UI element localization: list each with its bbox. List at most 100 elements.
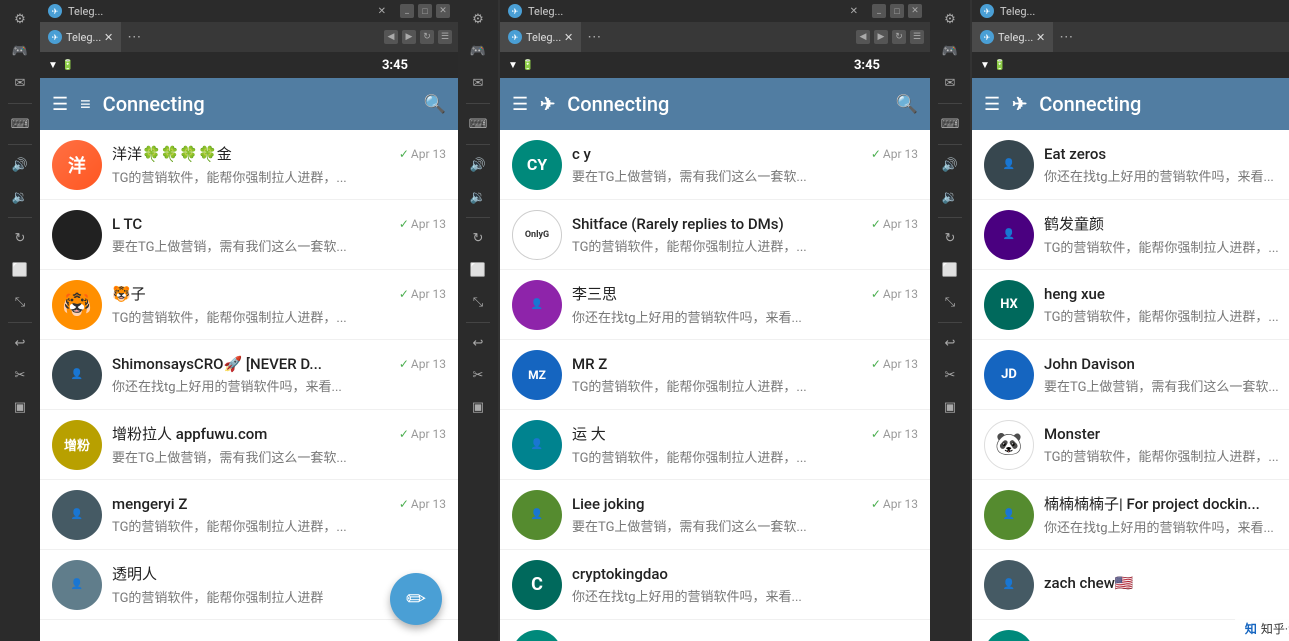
- close-btn-2[interactable]: ✕: [908, 4, 922, 18]
- maximize-btn-1[interactable]: □: [418, 4, 432, 18]
- chat-time-1-4: ✓ Apr 13: [399, 357, 446, 371]
- screenshot-btn[interactable]: ⬜: [3, 255, 37, 285]
- volume-down-btn[interactable]: 🔉: [3, 182, 37, 212]
- mid-back-btn[interactable]: ↩: [461, 328, 495, 358]
- rotate-btn[interactable]: ↻: [3, 223, 37, 253]
- close-btn-1[interactable]: ✕: [436, 4, 450, 18]
- rt-back-btn[interactable]: ↩: [933, 328, 967, 358]
- status-left-2: ▼ 🔋: [508, 60, 534, 71]
- chat-content-3-2: 鹤发童颜 ✓ Apr 13 TG的营销软件，能帮你强制拉人进群，...: [1044, 213, 1289, 256]
- mid-screen-btn[interactable]: ⬜: [461, 255, 495, 285]
- avatar-2-1: CY: [512, 140, 562, 190]
- chat-item-2-7[interactable]: C cryptokingdao 你还在找tg上好用的营销软件吗，来看...: [500, 550, 930, 620]
- back-btn[interactable]: ↩: [3, 328, 37, 358]
- rt-keyboard-btn[interactable]: ⌨: [933, 109, 967, 139]
- chat-item-3-5[interactable]: 🐼 Monster ✓ Apr 13 TG的营销软件，能帮你强制拉人进群，...: [972, 410, 1289, 480]
- watermark: 知 知乎·海外营销系统: [1235, 616, 1289, 641]
- menu-1[interactable]: ☰: [438, 30, 452, 44]
- tab-2[interactable]: ✈ Teleg... ✕: [500, 22, 581, 52]
- menu-icon-1[interactable]: ☰: [52, 94, 68, 115]
- chat-item-3-2[interactable]: 👤 鹤发童颜 ✓ Apr 13 TG的营销软件，能帮你强制拉人进群，...: [972, 200, 1289, 270]
- chat-item-3-6[interactable]: 👤 楠楠楠楠子| For project dockin... ✓ Apr 13 …: [972, 480, 1289, 550]
- maximize-btn-2[interactable]: □: [890, 4, 904, 18]
- chat-item-3-3[interactable]: HX heng xue ✓ Apr 13 TG的营销软件，能帮你强制拉人进群，.…: [972, 270, 1289, 340]
- nav-fwd-2[interactable]: ▶: [874, 30, 888, 44]
- chat-item-1-5[interactable]: 增粉 增粉拉人 appfuwu.com ✓ Apr 13 要在TG上做营销，需有…: [40, 410, 458, 480]
- rt-settings-btn[interactable]: ⚙: [933, 4, 967, 34]
- menu-icon-3[interactable]: ☰: [984, 94, 1000, 115]
- gamepad-btn[interactable]: 🎮: [3, 36, 37, 66]
- rt-vol-dn-btn[interactable]: 🔉: [933, 182, 967, 212]
- mid-grid-btn[interactable]: ▣: [461, 392, 495, 422]
- mid-sep-3: [466, 217, 490, 218]
- chat-preview-1-4: 你还在找tg上好用的营销软件吗，来看...: [112, 376, 446, 395]
- chat-item-1-2[interactable]: L TC ✓ Apr 13 要在TG上做营销，需有我们这么一套软...: [40, 200, 458, 270]
- chat-time-2-6: ✓ Apr 13: [871, 497, 918, 511]
- mid-email-btn[interactable]: ✉: [461, 68, 495, 98]
- rt-gamepad-btn[interactable]: 🎮: [933, 36, 967, 66]
- chat-item-1-4[interactable]: 👤 ShimonsaysCRO🚀 [NEVER D... ✓ Apr 13 你还…: [40, 340, 458, 410]
- chat-preview-2-7: 你还在找tg上好用的营销软件吗，来看...: [572, 586, 918, 605]
- keyboard-btn[interactable]: ⌨: [3, 109, 37, 139]
- tab-1[interactable]: ✈ Teleg... ✕: [40, 22, 121, 52]
- minimize-btn-1[interactable]: _: [400, 4, 414, 18]
- chat-preview-2-5: TG的营销软件，能帮你强制拉人进群，...: [572, 447, 918, 466]
- mid-gamepad-btn[interactable]: 🎮: [461, 36, 495, 66]
- chat-top-1-6: mengeryi Z ✓ Apr 13: [112, 495, 446, 513]
- mid-cut-btn[interactable]: ✂: [461, 360, 495, 390]
- mid-keyboard-btn[interactable]: ⌨: [461, 109, 495, 139]
- chat-item-2-1[interactable]: CY c y ✓ Apr 13 要在TG上做营销，需有我们这么一套软...: [500, 130, 930, 200]
- chat-item-2-2[interactable]: OnlyG Shitface (Rarely replies to DMs) ✓…: [500, 200, 930, 270]
- app-header-3: ☰ ✈ Connecting 🔍: [972, 78, 1289, 130]
- chat-item-2-4[interactable]: MZ MR Z ✓ Apr 13 TG的营销软件，能帮你强制拉人进群，...: [500, 340, 930, 410]
- volume-up-btn[interactable]: 🔊: [3, 150, 37, 180]
- settings-btn[interactable]: ⚙: [3, 4, 37, 34]
- cut-btn[interactable]: ✂: [3, 360, 37, 390]
- resize-btn[interactable]: ⤡: [3, 287, 37, 317]
- search-icon-2[interactable]: 🔍: [896, 94, 918, 115]
- chat-preview-3-5: TG的营销软件，能帮你强制拉人进群，...: [1044, 446, 1289, 465]
- mid-vol-dn-btn[interactable]: 🔉: [461, 182, 495, 212]
- chat-item-3-7[interactable]: 👤 zach chew🇺🇸 ✓ Apr 13: [972, 550, 1289, 620]
- chat-item-1-6[interactable]: 👤 mengeryi Z ✓ Apr 13 TG的营销软件，能帮你强制拉人进群，…: [40, 480, 458, 550]
- mid-vol-up-btn[interactable]: 🔊: [461, 150, 495, 180]
- chat-time-2-1: ✓ Apr 13: [871, 147, 918, 161]
- grid-btn[interactable]: ▣: [3, 392, 37, 422]
- compose-fab-1[interactable]: ✏: [390, 573, 442, 625]
- menu-icon-2[interactable]: ☰: [512, 94, 528, 115]
- tab-dots-1: ⋯: [121, 29, 147, 45]
- chat-item-1-3[interactable]: 🐯 🐯子 ✓ Apr 13 TG的营销软件，能帮你强制拉人进群，...: [40, 270, 458, 340]
- rt-email-btn[interactable]: ✉: [933, 68, 967, 98]
- menu-2[interactable]: ☰: [910, 30, 924, 44]
- tab-favicon-2: ✈: [508, 4, 522, 18]
- rt-resize-btn[interactable]: ⤡: [933, 287, 967, 317]
- wifi-3: ▼: [980, 60, 990, 71]
- mid-settings-btn[interactable]: ⚙: [461, 4, 495, 34]
- rt-grid-btn[interactable]: ▣: [933, 392, 967, 422]
- chat-item-3-1[interactable]: 👤 Eat zeros ✓ Apr 13 你还在找tg上好用的营销软件吗，来看.…: [972, 130, 1289, 200]
- nav-fwd-1[interactable]: ▶: [402, 30, 416, 44]
- status-bar-2: ▼ 🔋 3:45: [500, 52, 930, 78]
- chat-top-2-6: Liee joking ✓ Apr 13: [572, 495, 918, 513]
- refresh-1[interactable]: ↻: [420, 30, 434, 44]
- chat-item-3-4[interactable]: JD John Davison ✓ Apr 13 要在TG上做营销，需有我们这么…: [972, 340, 1289, 410]
- rt-sep-3: [938, 217, 962, 218]
- chat-item-2-5[interactable]: 👤 运 大 ✓ Apr 13 TG的营销软件，能帮你强制拉人进群，...: [500, 410, 930, 480]
- nav-back-2[interactable]: ◀: [856, 30, 870, 44]
- refresh-2[interactable]: ↻: [892, 30, 906, 44]
- rt-rotate-btn[interactable]: ↻: [933, 223, 967, 253]
- tab-3[interactable]: ✈ Teleg... ✕: [972, 22, 1053, 52]
- search-icon-1[interactable]: 🔍: [424, 94, 446, 115]
- rt-screen-btn[interactable]: ⬜: [933, 255, 967, 285]
- nav-back-1[interactable]: ◀: [384, 30, 398, 44]
- chat-item-2-3[interactable]: 👤 李三思 ✓ Apr 13 你还在找tg上好用的营销软件吗，来看...: [500, 270, 930, 340]
- mid-resize-btn[interactable]: ⤡: [461, 287, 495, 317]
- chat-item-2-8[interactable]: AI AI: [500, 620, 930, 641]
- minimize-btn-2[interactable]: _: [872, 4, 886, 18]
- email-btn[interactable]: ✉: [3, 68, 37, 98]
- chat-item-1-1[interactable]: 洋 洋洋🍀🍀🍀🍀金 ✓ Apr 13 TG的营销软件，能帮你强制拉人进群，...: [40, 130, 458, 200]
- rt-cut-btn[interactable]: ✂: [933, 360, 967, 390]
- chat-item-2-6[interactable]: 👤 Liee joking ✓ Apr 13 要在TG上做营销，需有我们这么一套…: [500, 480, 930, 550]
- mid-rotate-btn[interactable]: ↻: [461, 223, 495, 253]
- rt-vol-up-btn[interactable]: 🔊: [933, 150, 967, 180]
